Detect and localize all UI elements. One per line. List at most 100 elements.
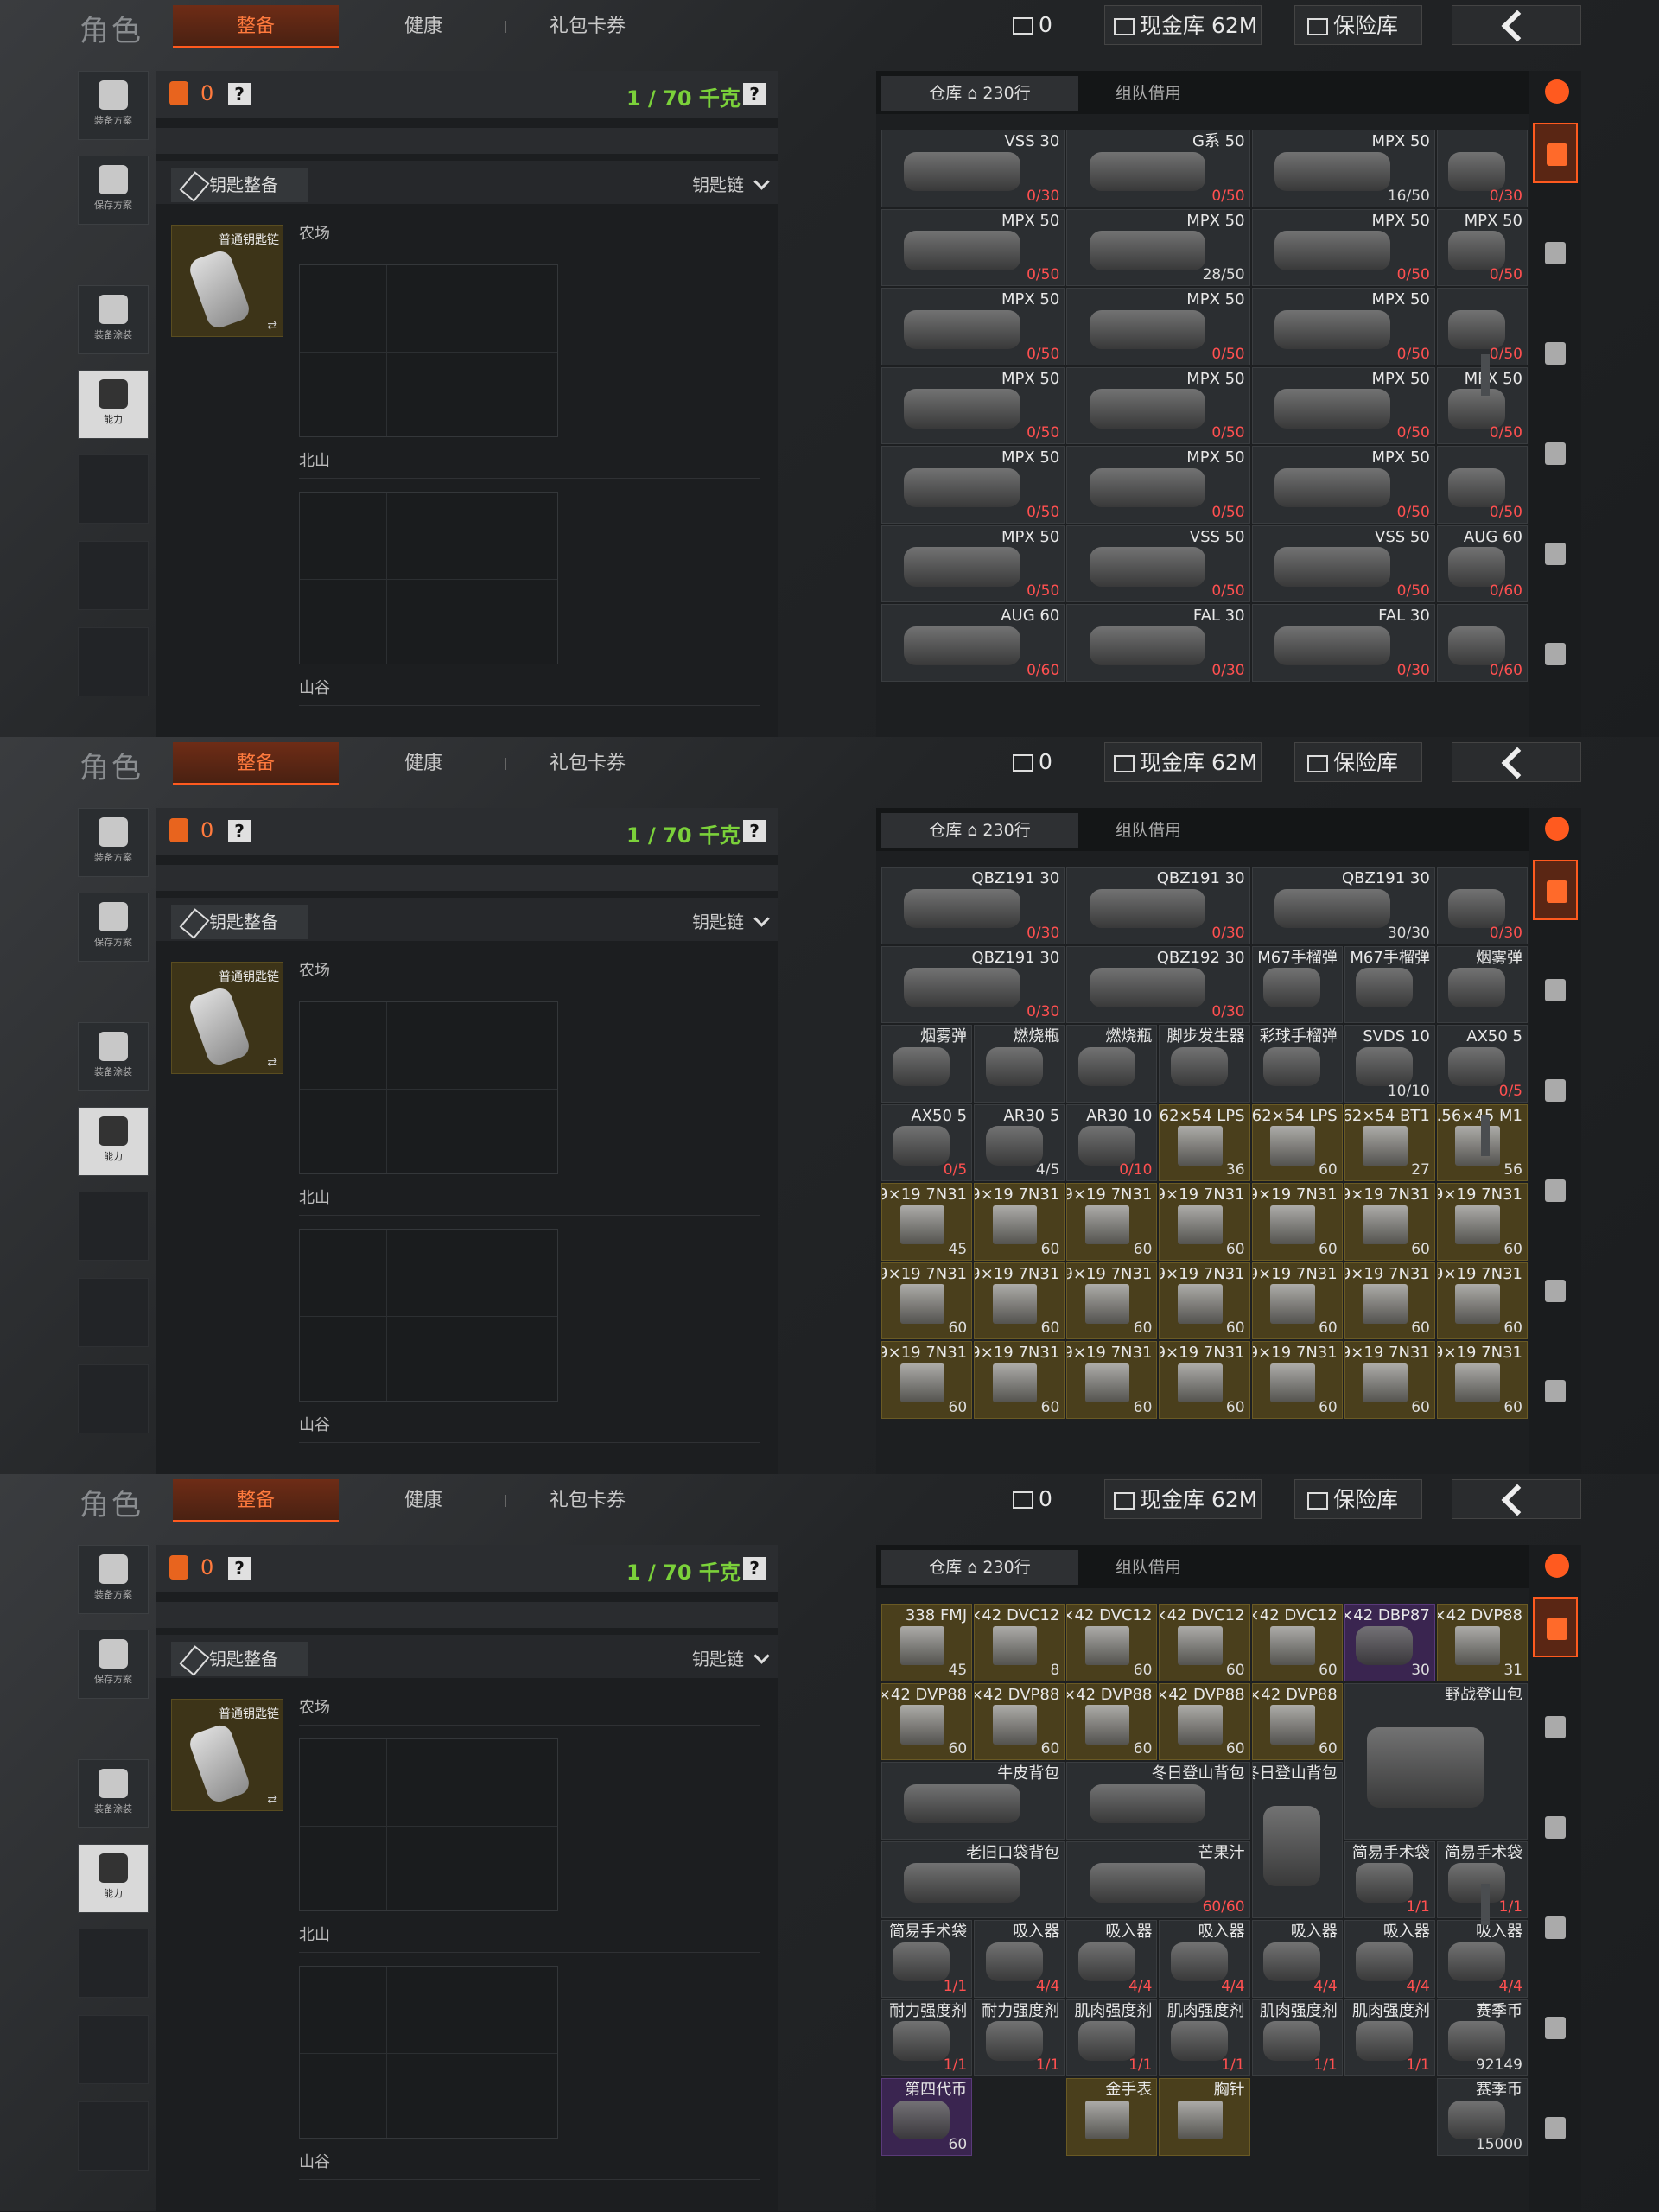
loadout-plan-button[interactable]: 装备方案 [78,71,149,140]
keychain-item[interactable]: 普通钥匙链 ⇄ [171,962,283,1074]
inventory-item[interactable]: 5.8×42 DVP88 31 [1436,1604,1528,1681]
inventory-item[interactable]: 9×19 7N31 60 [1436,1183,1528,1261]
inventory-item[interactable]: 7.62×54 LPS 60 [1251,1103,1343,1181]
sort-icon[interactable] [1545,817,1569,841]
inventory-item[interactable]: 0/30 [1436,130,1528,207]
ability-button[interactable]: 能力 [78,1844,149,1913]
category-tab[interactable] [1533,1160,1578,1221]
save-plan-button[interactable]: 保存方案 [78,893,149,962]
inventory-item[interactable]: 老旧口袋背包 [881,1840,1065,1918]
inventory-item[interactable]: 5.8×42 DVC12 60 [1251,1604,1343,1681]
tab-team-borrow[interactable]: 组队借用 [1084,813,1213,848]
inventory-item[interactable]: VSS 30 0/30 [881,130,1065,207]
inventory-item[interactable]: 5.8×42 DVC12 60 [1159,1604,1250,1681]
inventory-item[interactable]: 野战登山包 [1344,1682,1528,1840]
tab-warehouse[interactable]: 仓库 ⌂ 230行 [881,76,1078,111]
weight-help-icon[interactable]: ? [743,1557,766,1580]
category-tab[interactable] [1533,960,1578,1020]
inventory-item[interactable]: 彩球手榴弹 [1251,1025,1343,1103]
inventory-item[interactable]: 胸针 [1159,2078,1250,2156]
category-tab[interactable] [1533,223,1578,283]
tab-health[interactable]: 健康 [380,1479,467,1522]
inventory-item[interactable]: VSS 50 0/50 [1066,524,1250,602]
tab-team-borrow[interactable]: 组队借用 [1084,76,1213,111]
inventory-item[interactable]: QBZ191 30 0/30 [1066,867,1250,944]
cash-vault-button[interactable]: 现金库 62M [1104,1479,1262,1519]
save-plan-button[interactable]: 保存方案 [78,1630,149,1699]
inventory-item[interactable]: 9×19 7N31 60 [1159,1341,1250,1419]
loadout-plan-button[interactable]: 装备方案 [78,1545,149,1614]
category-tab[interactable] [1533,524,1578,584]
inventory-item[interactable]: 5.8×42 DVC12 60 [1066,1604,1158,1681]
inventory-item[interactable]: 5.8×42 DVP88 60 [1159,1682,1250,1760]
inventory-item[interactable]: QBZ192 30 0/30 [1066,945,1250,1023]
category-tab[interactable] [1533,1361,1578,1421]
category-tab[interactable] [1533,1897,1578,1958]
ticket-counter[interactable]: 0 [1013,1479,1082,1519]
inventory-item[interactable]: MPX 50 0/50 [1066,366,1250,444]
inventory-item[interactable]: 赛季币 92149 [1436,1999,1528,2076]
inventory-item[interactable]: 9×19 7N31 60 [974,1341,1065,1419]
inventory-item[interactable]: AX50 5 0/5 [881,1103,973,1181]
category-tab[interactable] [1533,1998,1578,2058]
inventory-item[interactable]: 赛季币 15000 [1436,2078,1528,2156]
ability-button[interactable]: 能力 [78,370,149,439]
key-slot-grid[interactable] [299,1229,558,1402]
inventory-item[interactable]: AUG 60 0/60 [881,604,1065,682]
category-tab[interactable] [1533,1060,1578,1121]
inventory-item[interactable]: QBZ191 30 30/30 [1251,867,1435,944]
inventory-item[interactable]: 简易手术袋 1/1 [881,1920,973,1998]
inventory-item[interactable]: 燃烧瓶 [1066,1025,1158,1103]
key-loadout-button[interactable]: 钥匙整备 [171,905,308,939]
inventory-item[interactable]: 芒果汁 60/60 [1066,1840,1250,1918]
inventory-item[interactable]: 耐力强度剂 1/1 [881,1999,973,2076]
storage-scrollbar[interactable] [1481,354,1490,396]
swap-icon[interactable]: ⇄ [267,319,277,333]
tab-health[interactable]: 健康 [380,742,467,785]
inventory-item[interactable]: MPX 50 0/50 [1066,446,1250,524]
inventory-item[interactable]: 9×19 7N31 60 [1159,1183,1250,1261]
inventory-item[interactable]: 9×19 7N31 60 [1066,1341,1158,1419]
swap-icon[interactable]: ⇄ [267,1793,277,1807]
inventory-item[interactable]: 7.62×54 LPS 36 [1159,1103,1250,1181]
inventory-item[interactable]: MPX 50 0/50 [1066,288,1250,365]
inventory-item[interactable]: 牛皮背包 [881,1762,1065,1840]
storage-scrollbar[interactable] [1481,1884,1490,1925]
key-slot-grid[interactable] [299,492,558,664]
cash-vault-button[interactable]: 现金库 62M [1104,5,1262,45]
help-icon[interactable]: ? [228,1557,251,1580]
inventory-item[interactable]: G系 50 0/50 [1066,130,1250,207]
category-tab[interactable] [1533,1597,1578,1657]
help-icon[interactable]: ? [228,820,251,842]
tab-gift-cards[interactable]: 礼包卡券 [518,5,657,48]
inventory-item[interactable]: MPX 50 0/50 [1436,208,1528,286]
inventory-item[interactable]: MPX 50 0/50 [1251,366,1435,444]
category-tab[interactable] [1533,1261,1578,1321]
sort-icon[interactable] [1545,1554,1569,1578]
category-tab[interactable] [1533,2098,1578,2158]
inventory-item[interactable]: MPX 50 0/50 [1251,446,1435,524]
category-tab[interactable] [1533,323,1578,384]
keychain-selector[interactable]: 钥匙链 [692,1645,767,1670]
keychain-item[interactable]: 普通钥匙链 ⇄ [171,225,283,337]
inventory-item[interactable]: 0/30 [1436,867,1528,944]
inventory-item[interactable]: SVDS 10 10/10 [1344,1025,1435,1103]
inventory-item[interactable]: 0/50 [1436,446,1528,524]
inventory-item[interactable]: 第四代币 60 [881,2078,973,2156]
inventory-item[interactable]: 金手表 [1066,2078,1158,2156]
keychain-item[interactable]: 普通钥匙链 ⇄ [171,1699,283,1811]
inventory-item[interactable]: 肌肉强度剂 1/1 [1159,1999,1250,2076]
inventory-item[interactable]: 吸入器 4/4 [974,1920,1065,1998]
inventory-item[interactable]: FAL 30 0/30 [1066,604,1250,682]
inventory-item[interactable]: MPX 50 16/50 [1251,130,1435,207]
inventory-item[interactable]: 9×19 7N31 60 [1344,1183,1435,1261]
key-loadout-button[interactable]: 钥匙整备 [171,1642,308,1676]
inventory-item[interactable]: 肌肉强度剂 1/1 [1251,1999,1343,2076]
inventory-item[interactable]: 9×19 7N31 45 [881,1183,973,1261]
tab-warehouse[interactable]: 仓库 ⌂ 230行 [881,1550,1078,1585]
tab-gift-cards[interactable]: 礼包卡券 [518,1479,657,1522]
inventory-item[interactable]: QBZ191 30 0/30 [881,867,1065,944]
save-plan-button[interactable]: 保存方案 [78,156,149,225]
inventory-item[interactable]: AUG 60 0/60 [1436,524,1528,602]
sort-icon[interactable] [1545,79,1569,104]
